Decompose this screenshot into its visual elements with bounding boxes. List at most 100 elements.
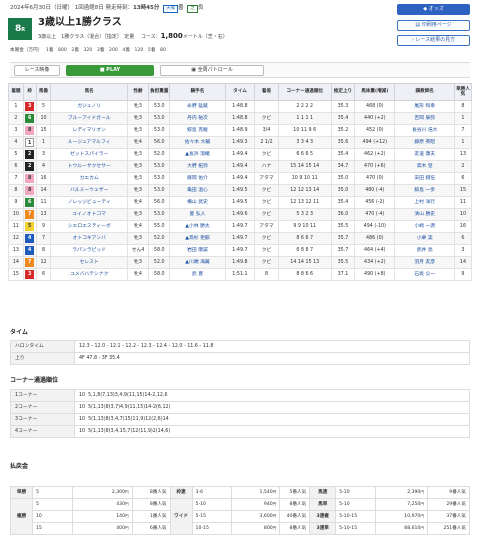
results-table: 着順枠馬番 馬名 性齢 負担重量 騎手名 タイム 着差 コーナー通過順位 推定上り 馬体重(増減)… — [8, 83, 473, 281]
race-time: 1:49.5 — [224, 184, 256, 197]
corner-row: 1コーナー 10 5,1,8(7,13)3,4,9(11,15)14-2,12,6 — [10, 389, 470, 402]
patrol-button[interactable]: ▣ 全周パトロール — [160, 65, 264, 76]
horse-name-link[interactable]: カエカム — [50, 172, 128, 185]
horse-name-link[interactable]: セレスト — [50, 256, 128, 269]
horse-number: 1 — [35, 136, 52, 149]
jockey-link[interactable]: ▲長浜 鴻緒 — [169, 148, 226, 161]
horse-name-link[interactable]: オトコギアンバ — [50, 232, 128, 245]
trainer-link[interactable]: 長谷川 浩大 — [394, 124, 455, 137]
horse-name-link[interactable]: ブルーアイドガール — [50, 112, 128, 125]
table-row: 14 7 12 セレスト 牝3 52.0 ▲川端 海翼 1:49.8 クビ 14 14 15 13… — [8, 256, 473, 269]
weight-carried: 56.0 — [148, 136, 171, 149]
race-time: 1:49.7 — [224, 220, 256, 233]
trainer-link[interactable]: 藤原 英昭 — [394, 136, 455, 149]
race-time: 1:49.7 — [224, 232, 256, 245]
jockey-link[interactable]: 丹内 祐次 — [169, 112, 226, 125]
play-button[interactable]: ■ PLAY — [66, 65, 154, 76]
trainer-link[interactable]: 吉岡 辰弥 — [394, 112, 455, 125]
jockey-link[interactable]: 亀田 温心 — [169, 184, 226, 197]
table-row: 8 8 14 バルミーウェザー 牝3 53.0 亀田 温心 1:49.5 クビ 12 12 13 … — [8, 184, 473, 197]
jockey-link[interactable]: 菱 弘人 — [169, 208, 226, 221]
body-weight: 440 (+2) — [354, 112, 396, 125]
jockey-link[interactable]: 武 豊 — [169, 268, 226, 281]
horse-name-link[interactable]: ラパンラピッド — [50, 244, 128, 257]
gate-number: 8 — [22, 124, 37, 137]
jockey-link[interactable]: 横山 武史 — [169, 196, 226, 209]
jockey-link[interactable]: 鮫島 克駿 — [169, 124, 226, 137]
horse-name-link[interactable]: ユイノオトコマ — [50, 208, 128, 221]
table-row: 15 3 6 ユメバハテシナク 牝4 58.0 武 豊 1:51.1 8 8 8 6 6 37.1 4… — [8, 268, 473, 281]
trainer-link[interactable]: 友道 康夫 — [394, 148, 455, 161]
finish-position: 1 — [8, 100, 24, 113]
trainer-link[interactable]: 安田 翔伍 — [394, 172, 455, 185]
horse-name-link[interactable]: レディマリオン — [50, 124, 128, 137]
horse-name-link[interactable]: ゼットスパイラー — [50, 148, 128, 161]
jockey-link[interactable]: ▲高杉 吏麒 — [169, 232, 226, 245]
weight-carried: 53.0 — [148, 112, 171, 125]
horse-number: 11 — [35, 196, 52, 209]
jockey-link[interactable]: ▲小林 勝太 — [169, 220, 226, 233]
sex-age: 牝3 — [126, 256, 150, 269]
trainer-link[interactable]: 尾形 和幸 — [394, 100, 455, 113]
race-time: 1:49.7 — [224, 244, 256, 257]
win-popularity: 6 — [453, 232, 473, 245]
gate-number: 1 — [22, 136, 37, 149]
lap-label: ハロンタイム — [10, 340, 75, 353]
win-popularity: 9 — [453, 268, 473, 281]
trainer-link[interactable]: 上村 洋行 — [394, 196, 455, 209]
finish-position: 10 — [8, 208, 24, 221]
race-time: 1:48.8 — [224, 112, 256, 125]
horse-number: 14 — [35, 184, 52, 197]
table-row: 7 8 16 カエカム 牝3 53.0 藤岡 佑介 1:49.4 アタマ 10 9 10 11 35… — [8, 172, 473, 185]
trainer-link[interactable]: 清山 勝史 — [394, 208, 455, 221]
horse-name-link[interactable]: ルージュアマルフィ — [50, 136, 128, 149]
trainer-link[interactable]: 高木 登 — [394, 160, 455, 173]
last-3f: 35.7 — [330, 232, 356, 245]
sex-age: 牝3 — [126, 232, 150, 245]
trainer-link[interactable]: 鮫島 一歩 — [394, 184, 455, 197]
margin: クビ — [254, 196, 279, 209]
horse-number: 9 — [35, 220, 52, 233]
weight-carried: 53.0 — [148, 160, 171, 173]
trainer-link[interactable]: 小崎 一源 — [394, 220, 455, 233]
jockey-link[interactable]: 佐々木 大輔 — [169, 136, 226, 149]
gate-number: 8 — [22, 172, 37, 185]
jockey-link[interactable]: 大野 拓弥 — [169, 160, 226, 173]
horse-number: 7 — [35, 232, 52, 245]
trainer-link[interactable]: 羽月 友彦 — [394, 256, 455, 269]
odds-button[interactable]: ◆ オッズ — [397, 4, 470, 15]
table-row: 4 1 1 ルージュアマルフィ 牝4 56.0 佐々木 大輔 1:49.3 2 1/2 3 3 4… — [8, 136, 473, 149]
col-header: 馬名 — [50, 83, 128, 101]
horse-number: 8 — [35, 244, 52, 257]
margin — [254, 100, 279, 113]
race-conditions: 3歳以上 1勝クラス（混合）［指定］ 定量 コース：1,800メートル（芝・右） — [38, 32, 228, 40]
trainer-link[interactable]: 武井 亮 — [394, 244, 455, 257]
corner-section-title: コーナー通過順位 — [10, 377, 59, 384]
trainer-link[interactable]: 小栗 実 — [394, 232, 455, 245]
col-header: 騎手名 — [169, 83, 226, 101]
col-header: 馬体重(増減) — [354, 83, 396, 101]
jockey-link[interactable]: 藤岡 佑介 — [169, 172, 226, 185]
horse-name-link[interactable]: ノレッジビューティ — [50, 196, 128, 209]
trainer-link[interactable]: 石坂 公一 — [394, 268, 455, 281]
horse-name-link[interactable]: バルミーウェザー — [50, 184, 128, 197]
jockey-link[interactable]: 永野 猛蔵 — [169, 100, 226, 113]
print-page-button[interactable]: ▤ 印刷用ページ — [397, 20, 470, 31]
result-guide-button[interactable]: › レース結果の見方 — [397, 35, 470, 46]
horse-name-link[interactable]: シエロエスティーボ — [50, 220, 128, 233]
race-time: 1:48.8 — [224, 100, 256, 113]
horse-name-link[interactable]: トウルーサクセサー — [50, 160, 128, 173]
jockey-link[interactable]: 岩田 康誠 — [169, 244, 226, 257]
body-weight: 486 (0) — [354, 232, 396, 245]
weight-carried: 58.0 — [148, 244, 171, 257]
corner-row: 2コーナー 10 5(1,13)8(3,7)4,9(11,15)14-2(6,12) — [10, 401, 470, 414]
horse-name-link[interactable]: ガジュノリ — [50, 100, 128, 113]
win-popularity: 13 — [453, 148, 473, 161]
corner-positions: 14 14 15 13 — [277, 256, 332, 269]
horse-number: 6 — [35, 268, 52, 281]
jockey-link[interactable]: ▲川端 海翼 — [169, 256, 226, 269]
finish-position: 6 — [8, 160, 24, 173]
gate-number: 7 — [22, 256, 37, 269]
corner-label: 4コーナー — [10, 425, 75, 438]
horse-name-link[interactable]: ユメバハテシナク — [50, 268, 128, 281]
